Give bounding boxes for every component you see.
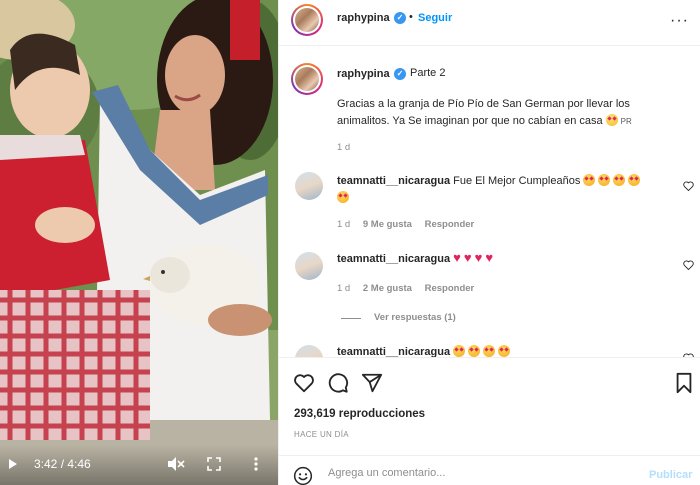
share-icon[interactable] [361,372,383,394]
like-comment-icon[interactable] [683,181,694,191]
emoji-picker-icon[interactable] [293,466,313,485]
like-comment-icon[interactable] [683,260,694,270]
comment-avatar[interactable] [295,345,323,357]
star-struck-emoji-icon [613,174,626,186]
video-player[interactable]: 3:42 / 4:46 [0,0,278,485]
post-comment-button[interactable]: Publicar [649,469,692,481]
comment-input[interactable] [328,467,628,479]
comment-1: teamnatti__nicaragua Fue El Mejor Cumple… [337,173,657,207]
red-heart-emoji-icon: ♥ [463,250,472,265]
replies-divider [341,318,361,319]
avatar[interactable] [291,4,323,36]
view-replies-button[interactable]: Ver respuestas (1) [374,312,456,323]
caption-username[interactable]: raphypina [337,68,390,80]
comment-2-meta: 1 d 2 Me gusta Responder [337,283,484,294]
video-more-icon[interactable] [248,456,264,472]
mute-icon[interactable] [167,456,185,472]
star-struck-emoji-icon [483,345,496,357]
caption-avatar[interactable] [291,63,323,95]
reply-button[interactable]: Responder [425,283,475,294]
post-header: raphypina ✓ • Seguir ··· [279,0,700,46]
caption-text: Gracias a la granja de Pío Pío de San Ge… [337,96,667,130]
dot-separator: • [409,11,413,23]
header-username[interactable]: raphypina [337,12,390,24]
star-struck-emoji-icon [468,345,481,357]
more-options-icon[interactable]: ··· [670,13,689,29]
comments-section: raphypina ✓ Parte 2 Gracias a la granja … [279,47,700,357]
star-struck-emoji-icon [453,345,466,357]
post-panel: raphypina ✓ • Seguir ··· raphypina ✓ Par… [278,0,700,485]
comment-1-meta: 1 d 9 Me gusta Responder [337,219,484,230]
red-heart-emoji-icon: ♥ [453,250,461,265]
star-struck-emoji-icon [628,174,641,186]
laughing-emoji-icon [605,114,618,126]
red-heart-emoji-icon: ♥ [474,250,483,265]
comment-username[interactable]: teamnatti__nicaragua [337,346,450,357]
play-icon[interactable] [9,459,17,469]
reply-button[interactable]: Responder [425,219,475,230]
comment-time: 1 d [337,283,351,294]
video-time: 3:42 / 4:46 [34,457,91,471]
like-icon[interactable] [293,372,315,394]
star-struck-emoji-icon [598,174,611,186]
comment-likes[interactable]: 2 Me gusta [363,283,412,294]
caption-title: Parte 2 [410,67,446,79]
comment-avatar[interactable] [295,172,323,200]
comment-icon[interactable] [327,372,349,394]
comment-likes[interactable]: 9 Me gusta [363,219,412,230]
fullscreen-icon[interactable] [207,457,221,471]
comment-time: 1 d [337,219,351,230]
video-controls: 3:42 / 4:46 [0,445,278,485]
comment-2: teamnatti__nicaragua ♥ ♥ ♥ ♥ [337,251,657,268]
caption-suffix: PR [620,117,632,126]
star-struck-emoji-icon [337,191,349,203]
post-date: HACE UN DÍA [294,430,349,439]
post-actions: 293,619 reproducciones HACE UN DÍA [279,357,700,439]
video-frame [0,0,278,485]
red-heart-emoji-icon: ♥ [485,250,494,265]
comment-username[interactable]: teamnatti__nicaragua [337,253,450,265]
verified-icon: ✓ [394,12,406,24]
comment-avatar[interactable] [295,252,323,280]
comment-3: teamnatti__nicaragua [337,344,657,357]
save-icon[interactable] [673,372,695,394]
comment-username[interactable]: teamnatti__nicaragua [337,175,450,187]
caption-time: 1 d [337,142,351,153]
star-struck-emoji-icon [583,174,596,186]
follow-button[interactable]: Seguir [418,12,452,24]
view-count[interactable]: 293,619 reproducciones [294,408,425,420]
add-comment-bar: Publicar [279,455,700,485]
verified-icon: ✓ [394,68,406,80]
comment-text: Fue El Mejor Cumpleaños [453,175,581,187]
star-struck-emoji-icon [498,345,511,357]
caption-body: Gracias a la granja de Pío Pío de San Ge… [337,98,630,127]
